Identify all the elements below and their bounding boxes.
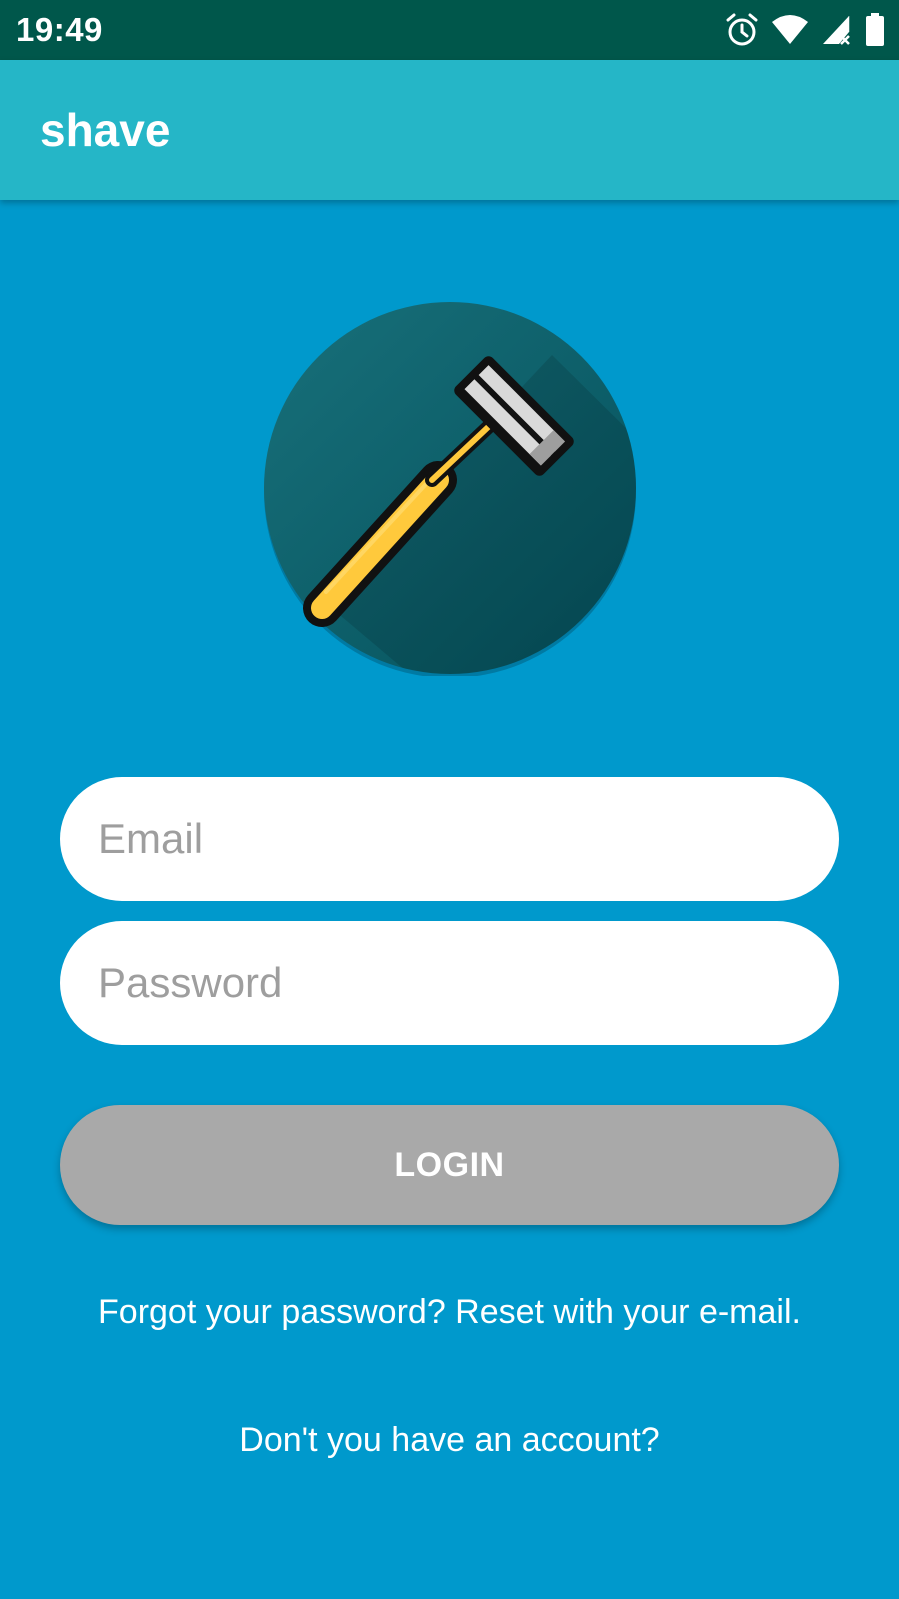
forgot-password-link[interactable]: Forgot your password? Reset with your e-… [0, 1292, 899, 1332]
status-bar: 19:49 [0, 0, 899, 60]
signup-link[interactable]: Don't you have an account? [0, 1420, 899, 1460]
battery-icon [865, 12, 885, 48]
signal-icon [821, 12, 853, 48]
email-field[interactable] [60, 777, 839, 901]
status-icons [725, 12, 885, 48]
wifi-icon [771, 12, 809, 48]
app-bar: shave [0, 60, 899, 200]
alarm-icon [725, 12, 759, 48]
password-field[interactable] [60, 921, 839, 1045]
login-button[interactable]: LOGIN [60, 1105, 839, 1225]
app-logo [262, 300, 638, 678]
razor-icon [264, 302, 636, 678]
app-title: shave [40, 104, 171, 156]
status-time: 19:49 [16, 11, 103, 48]
